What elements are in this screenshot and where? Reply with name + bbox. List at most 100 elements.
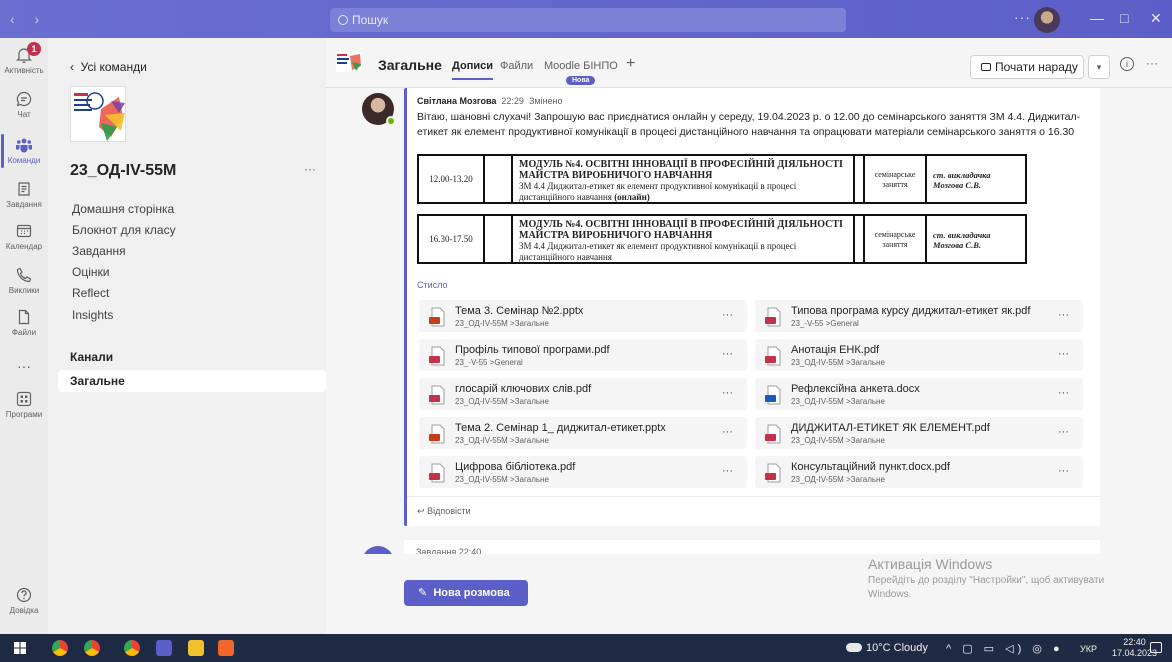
add-tab-button[interactable]: + (626, 55, 635, 73)
file-more-button[interactable]: ··· (722, 348, 733, 360)
chrome-icon[interactable] (84, 640, 100, 656)
windows-start-icon[interactable] (14, 642, 26, 654)
file-more-button[interactable]: ··· (1058, 348, 1069, 360)
team-link-reflect[interactable]: Reflect (72, 286, 109, 300)
file-name: Рефлексійна анкета.docx (791, 383, 920, 395)
file-attachment[interactable]: Анотація ЕНК.pdf 23_ОД-IV-55М >Загальне ··… (755, 339, 1083, 371)
team-link-assignments[interactable]: Завдання (72, 244, 126, 258)
rail-chat[interactable]: Чат (0, 90, 48, 119)
search-input[interactable]: Пошук (330, 8, 846, 32)
schedule-time: 16.30-17.50 (419, 216, 485, 262)
team-link-notebook[interactable]: Блокнот для класу (72, 223, 176, 237)
tab-posts[interactable]: Дописи (452, 60, 493, 80)
file-path: 23_ОД-IV-55М >Загальне (791, 397, 885, 406)
language-indicator[interactable]: УКР (1080, 644, 1097, 654)
weather[interactable]: 10°C Cloudy (866, 642, 928, 654)
search-icon (338, 15, 348, 25)
rail-apps[interactable]: Програми (0, 390, 48, 419)
tray-icons[interactable]: ^ ▢ ▭ ◁) ◎ ● (946, 642, 1064, 655)
team-panel: ‹ Усі команди 23_ОД-IV-55М ··· Домашня с… (48, 38, 326, 634)
post-author[interactable]: Світлана Мозгова (417, 96, 496, 106)
file-explorer-icon[interactable] (188, 640, 204, 656)
schedule-row: 16.30-17.50 МОДУЛЬ №4. ОСВІТНІ ІННОВАЦІЇ… (417, 214, 1027, 264)
rail-files[interactable]: Файли (0, 308, 48, 337)
activity-badge: 1 (27, 42, 41, 56)
app-icon[interactable] (218, 640, 234, 656)
windows-activation-watermark: Активація Windows Перейдіть до розділу "… (868, 556, 1138, 602)
tab-moodle[interactable]: Moodle БІНПО (544, 60, 618, 72)
file-attachment[interactable]: глосарій ключових слів.pdf 23_ОД-IV-55М >… (419, 378, 747, 410)
file-path: 23_-V-55 >General (791, 319, 859, 328)
schedule-time: 12.00-13.20 (419, 156, 485, 202)
notifications-icon[interactable] (1150, 642, 1162, 653)
rail-label: Активність (4, 66, 44, 75)
message-feed: Світлана Мозгова 22:29 Змінено Вітаю, ша… (326, 88, 1172, 634)
schedule-desc: МОДУЛЬ №4. ОСВІТНІ ІННОВАЦІЇ В ПРОФЕСІЙН… (513, 156, 855, 202)
user-avatar[interactable] (1034, 7, 1060, 33)
file-more-button[interactable]: ··· (1058, 387, 1069, 399)
file-icon (18, 309, 30, 325)
file-more-button[interactable]: ··· (722, 309, 733, 321)
file-attachment[interactable]: Цифрова бібліотека.pdf 23_ОД-IV-55М >Зага… (419, 456, 747, 488)
start-meeting-button[interactable]: Почати нараду (970, 55, 1084, 79)
rail-calendar[interactable]: Календар (0, 222, 48, 251)
tab-files[interactable]: Файли (500, 60, 533, 72)
file-more-button[interactable]: ··· (722, 426, 733, 438)
schedule-desc: МОДУЛЬ №4. ОСВІТНІ ІННОВАЦІЇ В ПРОФЕСІЙН… (513, 216, 855, 262)
settings-more-button[interactable]: ··· (1014, 9, 1031, 25)
schedule-online: (онлайн) (614, 192, 650, 202)
maximize-button[interactable]: □ (1120, 10, 1128, 26)
teams-app-icon[interactable] (156, 640, 172, 656)
search-placeholder: Пошук (352, 13, 389, 27)
rail-label: Календар (5, 242, 43, 251)
file-attachment[interactable]: Тема 2. Семінар 1_ диджитал-етикет.pptx 2… (419, 417, 747, 449)
team-more-button[interactable]: ··· (304, 162, 316, 176)
schedule-subtitle: ЗМ 4.4 Диджитал-етикет як елемент продук… (519, 241, 797, 262)
collapse-link[interactable]: Стисло (417, 280, 448, 290)
close-button[interactable]: ✕ (1150, 10, 1162, 27)
rail-more[interactable]: ··· (0, 358, 48, 374)
pdf-file-icon (429, 385, 445, 405)
rail-teams[interactable]: Команди (0, 134, 48, 168)
pdf-file-icon (765, 424, 781, 444)
channels-header[interactable]: Канали (70, 350, 113, 364)
info-icon[interactable]: i (1120, 57, 1134, 71)
rail-label: Програми (5, 410, 43, 419)
file-attachment[interactable]: Тема 3. Семінар №2.pptx 23_ОД-IV-55М >Заг… (419, 300, 747, 332)
file-attachment[interactable]: Типова програма курсу диджитал-етикет як… (755, 300, 1083, 332)
pdf-file-icon (765, 463, 781, 483)
new-conversation-label: Нова розмова (433, 587, 510, 599)
reply-button[interactable]: ↩ Відповісти (417, 506, 471, 517)
file-more-button[interactable]: ··· (1058, 465, 1069, 477)
rail-help[interactable]: Довідка (0, 586, 48, 615)
chrome-icon[interactable] (124, 640, 140, 656)
rail-calls[interactable]: Виклики (0, 266, 48, 295)
minimize-button[interactable]: — (1090, 10, 1104, 26)
chrome-icon[interactable] (52, 640, 68, 656)
rail-label: Виклики (8, 286, 40, 295)
meeting-options-button[interactable]: ▾ (1088, 55, 1110, 79)
pptx-file-icon (429, 307, 445, 327)
rail-activity[interactable]: 1 Активність (0, 42, 48, 75)
rail-assignments[interactable]: Завдання (0, 180, 48, 209)
team-link-home[interactable]: Домашня сторінка (72, 202, 174, 216)
team-link-grades[interactable]: Оцінки (72, 265, 109, 279)
file-attachment[interactable]: Рефлексійна анкета.docx 23_ОД-IV-55М >Заг… (755, 378, 1083, 410)
schedule-gap (855, 216, 865, 262)
channel-more-button[interactable]: ··· (1146, 56, 1158, 70)
file-attachment[interactable]: Профіль типової програми.pdf 23_-V-55 >Ge… (419, 339, 747, 371)
all-teams-link[interactable]: ‹ Усі команди (70, 60, 147, 74)
channel-general[interactable]: Загальне (58, 370, 326, 392)
team-link-insights[interactable]: Insights (72, 308, 113, 322)
nav-arrows[interactable]: ‹ › (10, 11, 47, 27)
divider (407, 496, 1100, 497)
new-conversation-button[interactable]: ✎ Нова розмова (404, 580, 528, 606)
file-more-button[interactable]: ··· (1058, 309, 1069, 321)
file-attachment[interactable]: ДИДЖИТАЛ-ЕТИКЕТ ЯК ЕЛЕМЕНТ.pdf 23_ОД-IV-5… (755, 417, 1083, 449)
all-teams-label: Усі команди (80, 60, 147, 74)
file-more-button[interactable]: ··· (722, 465, 733, 477)
file-attachment[interactable]: Консультаційний пункт.docx.pdf 23_ОД-IV-5… (755, 456, 1083, 488)
file-more-button[interactable]: ··· (722, 387, 733, 399)
new-tab-badge: Нова (566, 76, 596, 85)
file-more-button[interactable]: ··· (1058, 426, 1069, 438)
